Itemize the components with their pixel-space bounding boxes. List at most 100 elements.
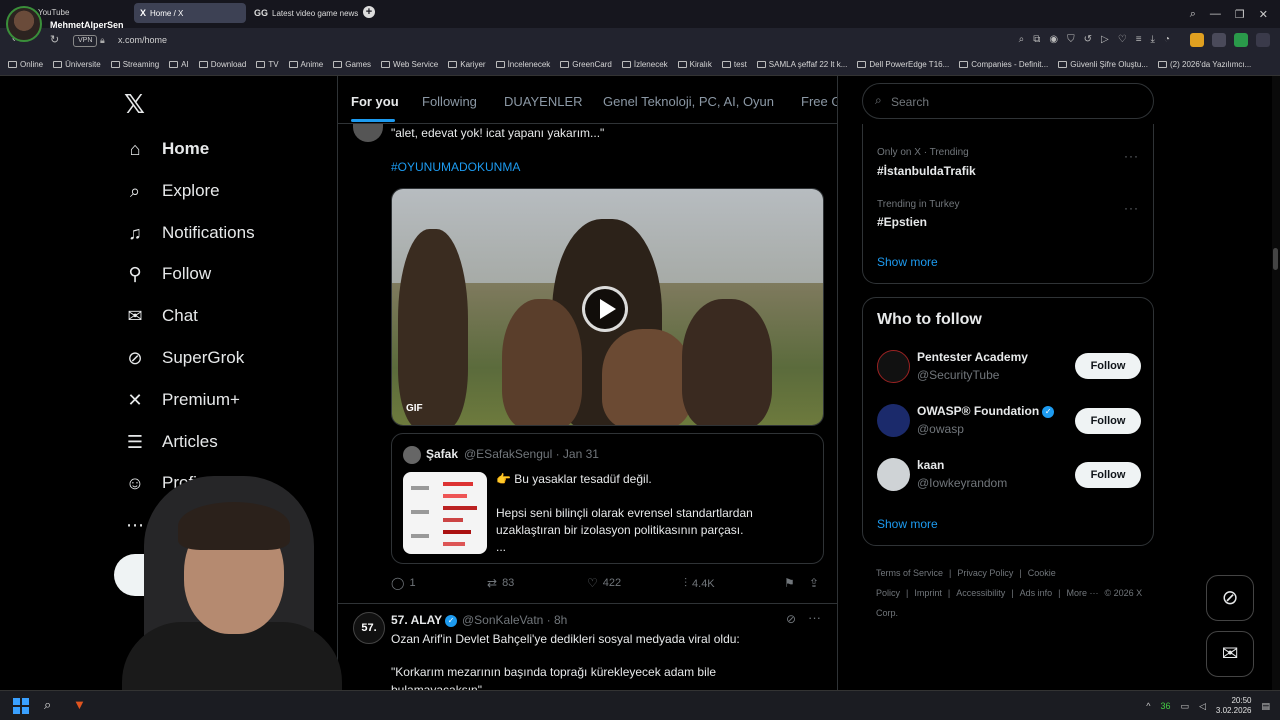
follow-button[interactable]: Follow	[1075, 408, 1141, 434]
tweet-author-handle[interactable]: @SonKaleVatn · 8h	[462, 613, 567, 627]
tab-game-news[interactable]: GG Latest video game news a	[248, 3, 360, 23]
bookmark-item[interactable]: Games	[333, 60, 371, 69]
grok-fab-button[interactable]: ⊘	[1206, 575, 1254, 621]
bookmark-item[interactable]: Dell PowerEdge T16...	[857, 60, 949, 69]
reply-button[interactable]: ◯ 1	[391, 576, 416, 590]
account-name[interactable]: kaan	[917, 458, 944, 472]
quoted-tweet[interactable]: Şafak @ESafakSengul · Jan 31 👉 Bu yasakl…	[391, 433, 824, 564]
bookmark-item[interactable]: SAMLA şeffaf 22 lt k...	[756, 60, 847, 69]
quote-thumbnail[interactable]	[403, 472, 487, 554]
footer-link[interactable]: Imprint	[914, 588, 942, 598]
reload-icon[interactable]: ↻	[50, 33, 59, 46]
footer-link[interactable]: Ads info	[1020, 588, 1053, 598]
follow-button[interactable]: Follow	[1075, 353, 1141, 379]
bookmark-item[interactable]: Anime	[288, 60, 323, 69]
avatar[interactable]	[877, 404, 910, 437]
bookmark-button[interactable]: ⚑	[784, 576, 795, 590]
download-icon[interactable]: ⤓	[1151, 34, 1155, 45]
bookmark-item[interactable]: GreenCard	[560, 60, 612, 69]
footer-link[interactable]: More ···	[1066, 588, 1098, 598]
views-button[interactable]: ⫶ 4.4K	[684, 576, 715, 591]
tab-genel-teknoloji[interactable]: Genel Teknoloji, PC, AI, Oyun	[603, 94, 774, 109]
page-scrollbar[interactable]	[1272, 76, 1280, 690]
play-button[interactable]	[582, 286, 628, 332]
avatar[interactable]	[877, 458, 910, 491]
tweet-media-gif[interactable]: GIF	[391, 188, 824, 426]
account-handle[interactable]: @SecurityTube	[917, 368, 999, 382]
new-tab-button[interactable]: +	[363, 6, 375, 18]
hashtag-link[interactable]: #OYUNUMADOKUNMA	[391, 160, 520, 174]
heart-icon[interactable]: ♡	[1118, 34, 1127, 45]
notification-icon[interactable]: ▤	[1261, 701, 1270, 712]
tweet-author-name[interactable]: 57. ALAY ✓	[391, 613, 458, 627]
more-options-icon[interactable]: ···	[1124, 201, 1139, 215]
bookmark-item[interactable]: Online	[8, 60, 43, 69]
sidebar-item-articles[interactable]: ☰ Articles	[124, 427, 218, 457]
avatar[interactable]	[877, 350, 910, 383]
search-icon[interactable]: ⌕	[1190, 8, 1196, 21]
sidebar-item-premium[interactable]: ✕ Premium+	[124, 385, 239, 415]
zoom-icon[interactable]: ⌕	[1019, 34, 1025, 45]
camera-icon[interactable]: ◉	[1049, 34, 1058, 45]
account-name[interactable]: OWASP® Foundation ✓	[917, 404, 1055, 418]
lock-icon[interactable]: 🔒︎	[100, 35, 105, 46]
footer-link[interactable]: Privacy Policy	[957, 568, 1013, 578]
clock[interactable]: 20:50 3.02.2026	[1216, 696, 1252, 716]
bookmark-item[interactable]: TV	[256, 60, 279, 69]
bookmark-item[interactable]: İncelenecek	[495, 60, 550, 69]
brave-browser-icon[interactable]: ▼	[73, 697, 86, 712]
bookmark-item[interactable]: Kiralık	[677, 60, 712, 69]
follow-button[interactable]: Follow	[1075, 462, 1141, 488]
tab-following[interactable]: Following	[422, 94, 477, 109]
who-to-follow-show-more-link[interactable]: Show more	[877, 517, 938, 531]
bookmark-item[interactable]: Üniversite	[53, 60, 101, 69]
list-icon[interactable]: ≡	[1136, 34, 1142, 45]
messages-fab-button[interactable]: ✉	[1206, 631, 1254, 677]
play-icon[interactable]: ▷	[1101, 34, 1109, 45]
extensions-menu-icon[interactable]	[1256, 33, 1270, 47]
quote-author-handle[interactable]: @ESafakSengul · Jan 31	[464, 447, 599, 461]
url-field[interactable]: x.com/home	[118, 35, 167, 45]
avatar[interactable]	[353, 124, 383, 142]
close-icon[interactable]: ✕	[1259, 8, 1268, 21]
quote-author-name[interactable]: Şafak	[426, 447, 458, 461]
sidebar-item-chat[interactable]: ✉ Chat	[124, 301, 197, 331]
sidebar-item-explore[interactable]: ⌕ Explore	[124, 176, 220, 206]
tab-home-x[interactable]: X Home / X	[134, 3, 246, 23]
maximize-icon[interactable]: ❐	[1235, 8, 1245, 21]
tab-for-you[interactable]: For you	[351, 94, 399, 109]
account-name[interactable]: Pentester Academy	[917, 350, 1028, 364]
account-handle[interactable]: @owasp	[917, 422, 964, 436]
trends-show-more-link[interactable]: Show more	[877, 255, 938, 269]
search-icon[interactable]: ⌕	[44, 697, 51, 713]
tab-duayenler[interactable]: DUAYENLER	[504, 94, 583, 109]
vpn-badge[interactable]: VPN	[73, 35, 98, 47]
trend-item[interactable]: #Epstien	[877, 215, 927, 229]
extension-a-icon[interactable]	[1190, 33, 1204, 47]
tab-free-games[interactable]: Free G	[801, 94, 837, 109]
trend-item[interactable]: #İstanbuldaTrafik	[877, 164, 976, 178]
footer-link[interactable]: Accessibility	[956, 588, 1005, 598]
extension-b-icon[interactable]	[1212, 33, 1226, 47]
bookmark-item[interactable]: İzlenecek	[621, 60, 668, 69]
account-icon[interactable]: ◔	[1164, 34, 1170, 45]
grok-icon[interactable]: ⊘	[786, 612, 796, 626]
speaker-icon[interactable]: ◁	[1199, 701, 1206, 712]
bookmark-item[interactable]: Kariyer	[448, 60, 486, 69]
network-icon[interactable]: ▭	[1180, 701, 1189, 712]
share-button[interactable]: ⇪	[809, 576, 819, 590]
chevron-up-icon[interactable]: ^	[1146, 701, 1150, 711]
profile-avatar[interactable]	[6, 6, 42, 42]
scrollbar-thumb[interactable]	[1273, 248, 1278, 270]
like-button[interactable]: ♡ 422	[587, 576, 621, 590]
minimize-icon[interactable]: —	[1210, 8, 1221, 20]
bookmark-item[interactable]: Güvenli Şifre Oluştu...	[1058, 60, 1148, 69]
bookmark-item[interactable]: (2) 2026'da Yazılımcı...	[1158, 60, 1251, 69]
sync-icon[interactable]: ↺	[1084, 34, 1092, 45]
avatar[interactable]	[403, 446, 421, 464]
sidebar-item-follow[interactable]: ⚲ Follow	[124, 259, 211, 289]
windows-start-icon[interactable]	[13, 698, 29, 714]
repost-button[interactable]: ⇄ 83	[487, 576, 514, 590]
shield-icon[interactable]: ⛉	[1067, 34, 1075, 45]
more-options-icon[interactable]: ···	[808, 610, 821, 625]
